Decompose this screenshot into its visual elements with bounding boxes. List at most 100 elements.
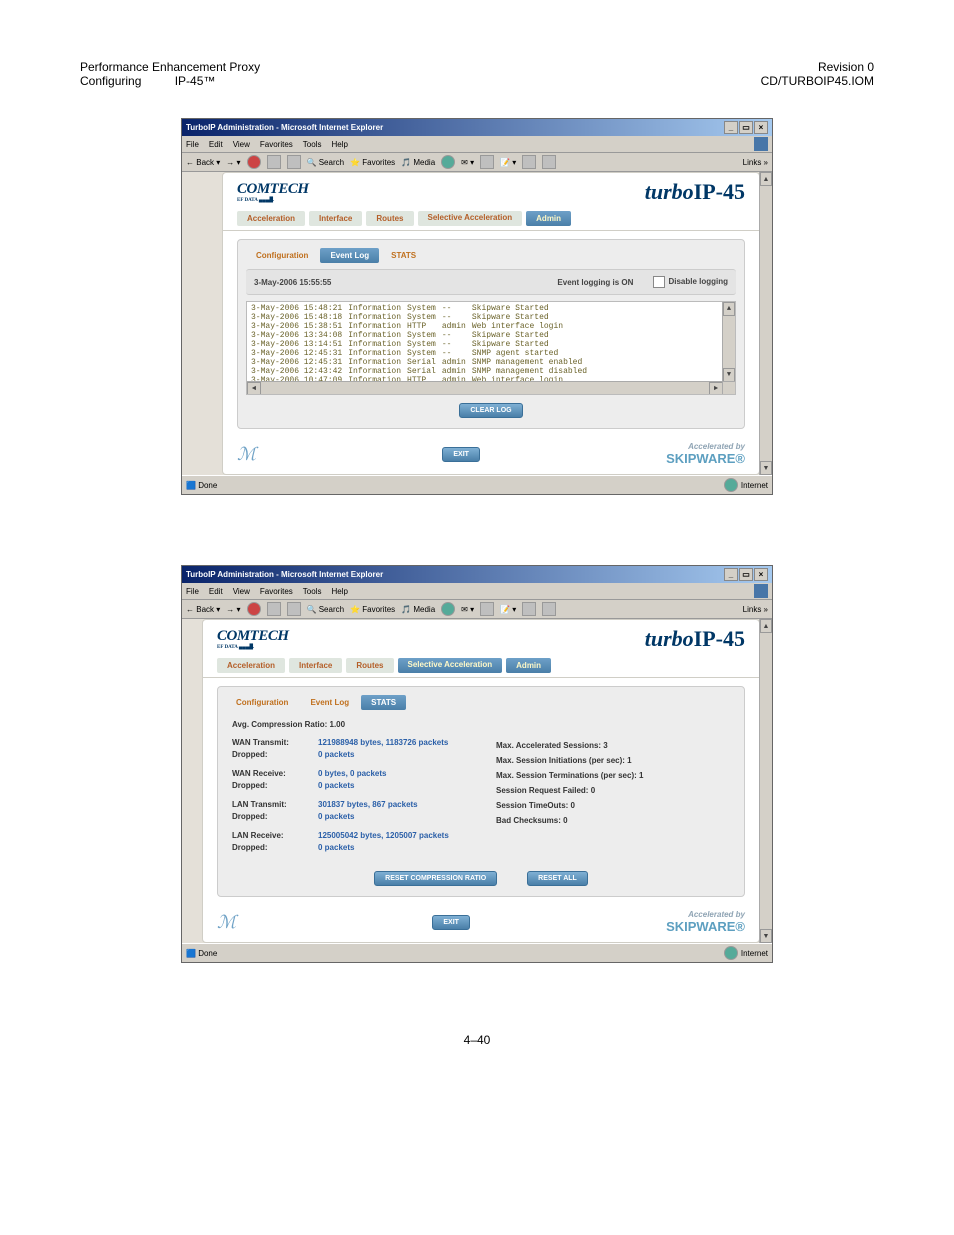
scroll-down-icon[interactable]: ▼: [760, 929, 772, 943]
page-scrollbar[interactable]: ▲ ▼: [759, 619, 772, 943]
ie-titlebar[interactable]: TurboIP Administration - Microsoft Inter…: [182, 119, 772, 136]
menu-view[interactable]: View: [233, 140, 250, 149]
menu-tools[interactable]: Tools: [303, 587, 322, 596]
tab-routes[interactable]: Routes: [366, 211, 413, 226]
maximize-button[interactable]: ▭: [739, 121, 753, 134]
mail-icon[interactable]: ✉ ▾: [461, 158, 474, 167]
search-button[interactable]: 🔍 Search: [307, 158, 345, 167]
ie-statusbar: 🟦 Done Internet: [182, 475, 772, 494]
doc-title-left-1: Performance Enhancement Proxy: [80, 60, 260, 74]
favorites-button[interactable]: ⭐ Favorites: [350, 158, 395, 167]
menu-view[interactable]: View: [233, 587, 250, 596]
menu-file[interactable]: File: [186, 140, 199, 149]
scroll-up-icon[interactable]: ▲: [723, 302, 735, 316]
scroll-up-icon[interactable]: ▲: [760, 172, 772, 186]
home-icon[interactable]: [287, 602, 301, 616]
favorites-button[interactable]: ⭐ Favorites: [350, 605, 395, 614]
tab-selective-acceleration[interactable]: Selective Acceleration: [398, 658, 503, 673]
related-icon[interactable]: [542, 602, 556, 616]
exit-button[interactable]: EXIT: [442, 447, 480, 462]
links-label[interactable]: Links »: [743, 605, 768, 614]
history-icon[interactable]: [441, 155, 455, 169]
tab-acceleration[interactable]: Acceleration: [217, 658, 285, 673]
maximize-button[interactable]: ▭: [739, 568, 753, 581]
window-title: TurboIP Administration - Microsoft Inter…: [186, 123, 383, 132]
menu-favorites[interactable]: Favorites: [260, 140, 293, 149]
checkbox-icon[interactable]: [653, 276, 665, 288]
forward-button[interactable]: → ▾: [226, 605, 240, 614]
menu-edit[interactable]: Edit: [209, 140, 223, 149]
menu-edit[interactable]: Edit: [209, 587, 223, 596]
media-button[interactable]: 🎵 Media: [401, 605, 435, 614]
subtab-event-log[interactable]: Event Log: [320, 248, 379, 263]
wan-tx-drop-value: 0 packets: [318, 750, 354, 759]
doc-title-right-2: CD/TURBOIP45.IOM: [761, 74, 874, 88]
page-scrollbar[interactable]: ▲ ▼: [759, 172, 772, 475]
menu-help[interactable]: Help: [331, 140, 347, 149]
log-scrollbar-vertical[interactable]: ▲ ▼: [722, 302, 735, 382]
tab-acceleration[interactable]: Acceleration: [237, 211, 305, 226]
skipware-logo: Accelerated by SKIPWARE®: [666, 911, 745, 934]
stop-icon[interactable]: [247, 602, 261, 616]
forward-button[interactable]: → ▾: [226, 158, 240, 167]
minimize-button[interactable]: _: [724, 568, 738, 581]
edit-icon[interactable]: 📝 ▾: [500, 605, 516, 614]
menu-tools[interactable]: Tools: [303, 140, 322, 149]
window-title: TurboIP Administration - Microsoft Inter…: [186, 570, 383, 579]
ie-titlebar[interactable]: TurboIP Administration - Microsoft Inter…: [182, 566, 772, 583]
scroll-down-icon[interactable]: ▼: [723, 368, 735, 382]
minimize-button[interactable]: _: [724, 121, 738, 134]
refresh-icon[interactable]: [267, 602, 281, 616]
turboip-logo: turboIP-45: [645, 179, 745, 205]
media-button[interactable]: 🎵 Media: [401, 158, 435, 167]
tab-selective-acceleration[interactable]: Selective Acceleration: [418, 211, 523, 226]
search-button[interactable]: 🔍 Search: [307, 605, 345, 614]
edit-icon[interactable]: 📝 ▾: [500, 158, 516, 167]
clear-log-button[interactable]: CLEAR LOG: [459, 403, 522, 418]
print-icon[interactable]: [480, 155, 494, 169]
browser-viewport: ▲ ▼ COMTECH EF DATA ▄▄▄█. turboIP-45 Acc…: [182, 172, 772, 475]
discuss-icon[interactable]: [522, 155, 536, 169]
event-log-list[interactable]: 3-May-2006 15:48:21InformationSystem--Sk…: [246, 301, 736, 395]
scroll-down-icon[interactable]: ▼: [760, 461, 772, 475]
menu-favorites[interactable]: Favorites: [260, 587, 293, 596]
scroll-left-icon[interactable]: ◄: [247, 382, 261, 395]
max-session-term: Max. Session Terminations (per sec): 1: [496, 771, 730, 780]
main-tab-row: Acceleration Interface Routes Selective …: [223, 211, 759, 231]
subtab-event-log[interactable]: Event Log: [300, 695, 359, 710]
turboip-app: COMTECH EF DATA ▄▄▄█. turboIP-45 Acceler…: [222, 172, 760, 475]
subtab-stats[interactable]: STATS: [381, 248, 426, 263]
home-icon[interactable]: [287, 155, 301, 169]
refresh-icon[interactable]: [267, 155, 281, 169]
close-button[interactable]: ×: [754, 121, 768, 134]
reset-all-button[interactable]: RESET ALL: [527, 871, 588, 886]
tab-interface[interactable]: Interface: [309, 211, 362, 226]
scroll-up-icon[interactable]: ▲: [760, 619, 772, 633]
lan-rx-value: 125005042 bytes, 1205007 packets: [318, 831, 449, 840]
related-icon[interactable]: [542, 155, 556, 169]
close-button[interactable]: ×: [754, 568, 768, 581]
scroll-right-icon[interactable]: ►: [709, 382, 723, 395]
tab-interface[interactable]: Interface: [289, 658, 342, 673]
links-label[interactable]: Links »: [743, 158, 768, 167]
menu-help[interactable]: Help: [331, 587, 347, 596]
discuss-icon[interactable]: [522, 602, 536, 616]
tab-admin[interactable]: Admin: [506, 658, 551, 673]
mail-icon[interactable]: ✉ ▾: [461, 605, 474, 614]
subtab-configuration[interactable]: Configuration: [246, 248, 318, 263]
subtab-configuration[interactable]: Configuration: [226, 695, 298, 710]
print-icon[interactable]: [480, 602, 494, 616]
subtab-stats[interactable]: STATS: [361, 695, 406, 710]
history-icon[interactable]: [441, 602, 455, 616]
stop-icon[interactable]: [247, 155, 261, 169]
tab-routes[interactable]: Routes: [346, 658, 393, 673]
turboip-logo: turboIP-45: [645, 626, 745, 652]
back-button[interactable]: ← Back ▾: [186, 158, 220, 167]
tab-admin[interactable]: Admin: [526, 211, 571, 226]
reset-compression-button[interactable]: RESET COMPRESSION RATIO: [374, 871, 497, 886]
back-button[interactable]: ← Back ▾: [186, 605, 220, 614]
exit-button[interactable]: EXIT: [432, 915, 470, 930]
disable-logging-checkbox[interactable]: Disable logging: [653, 276, 728, 288]
log-scrollbar-horizontal[interactable]: ◄ ►: [247, 381, 723, 394]
menu-file[interactable]: File: [186, 587, 199, 596]
